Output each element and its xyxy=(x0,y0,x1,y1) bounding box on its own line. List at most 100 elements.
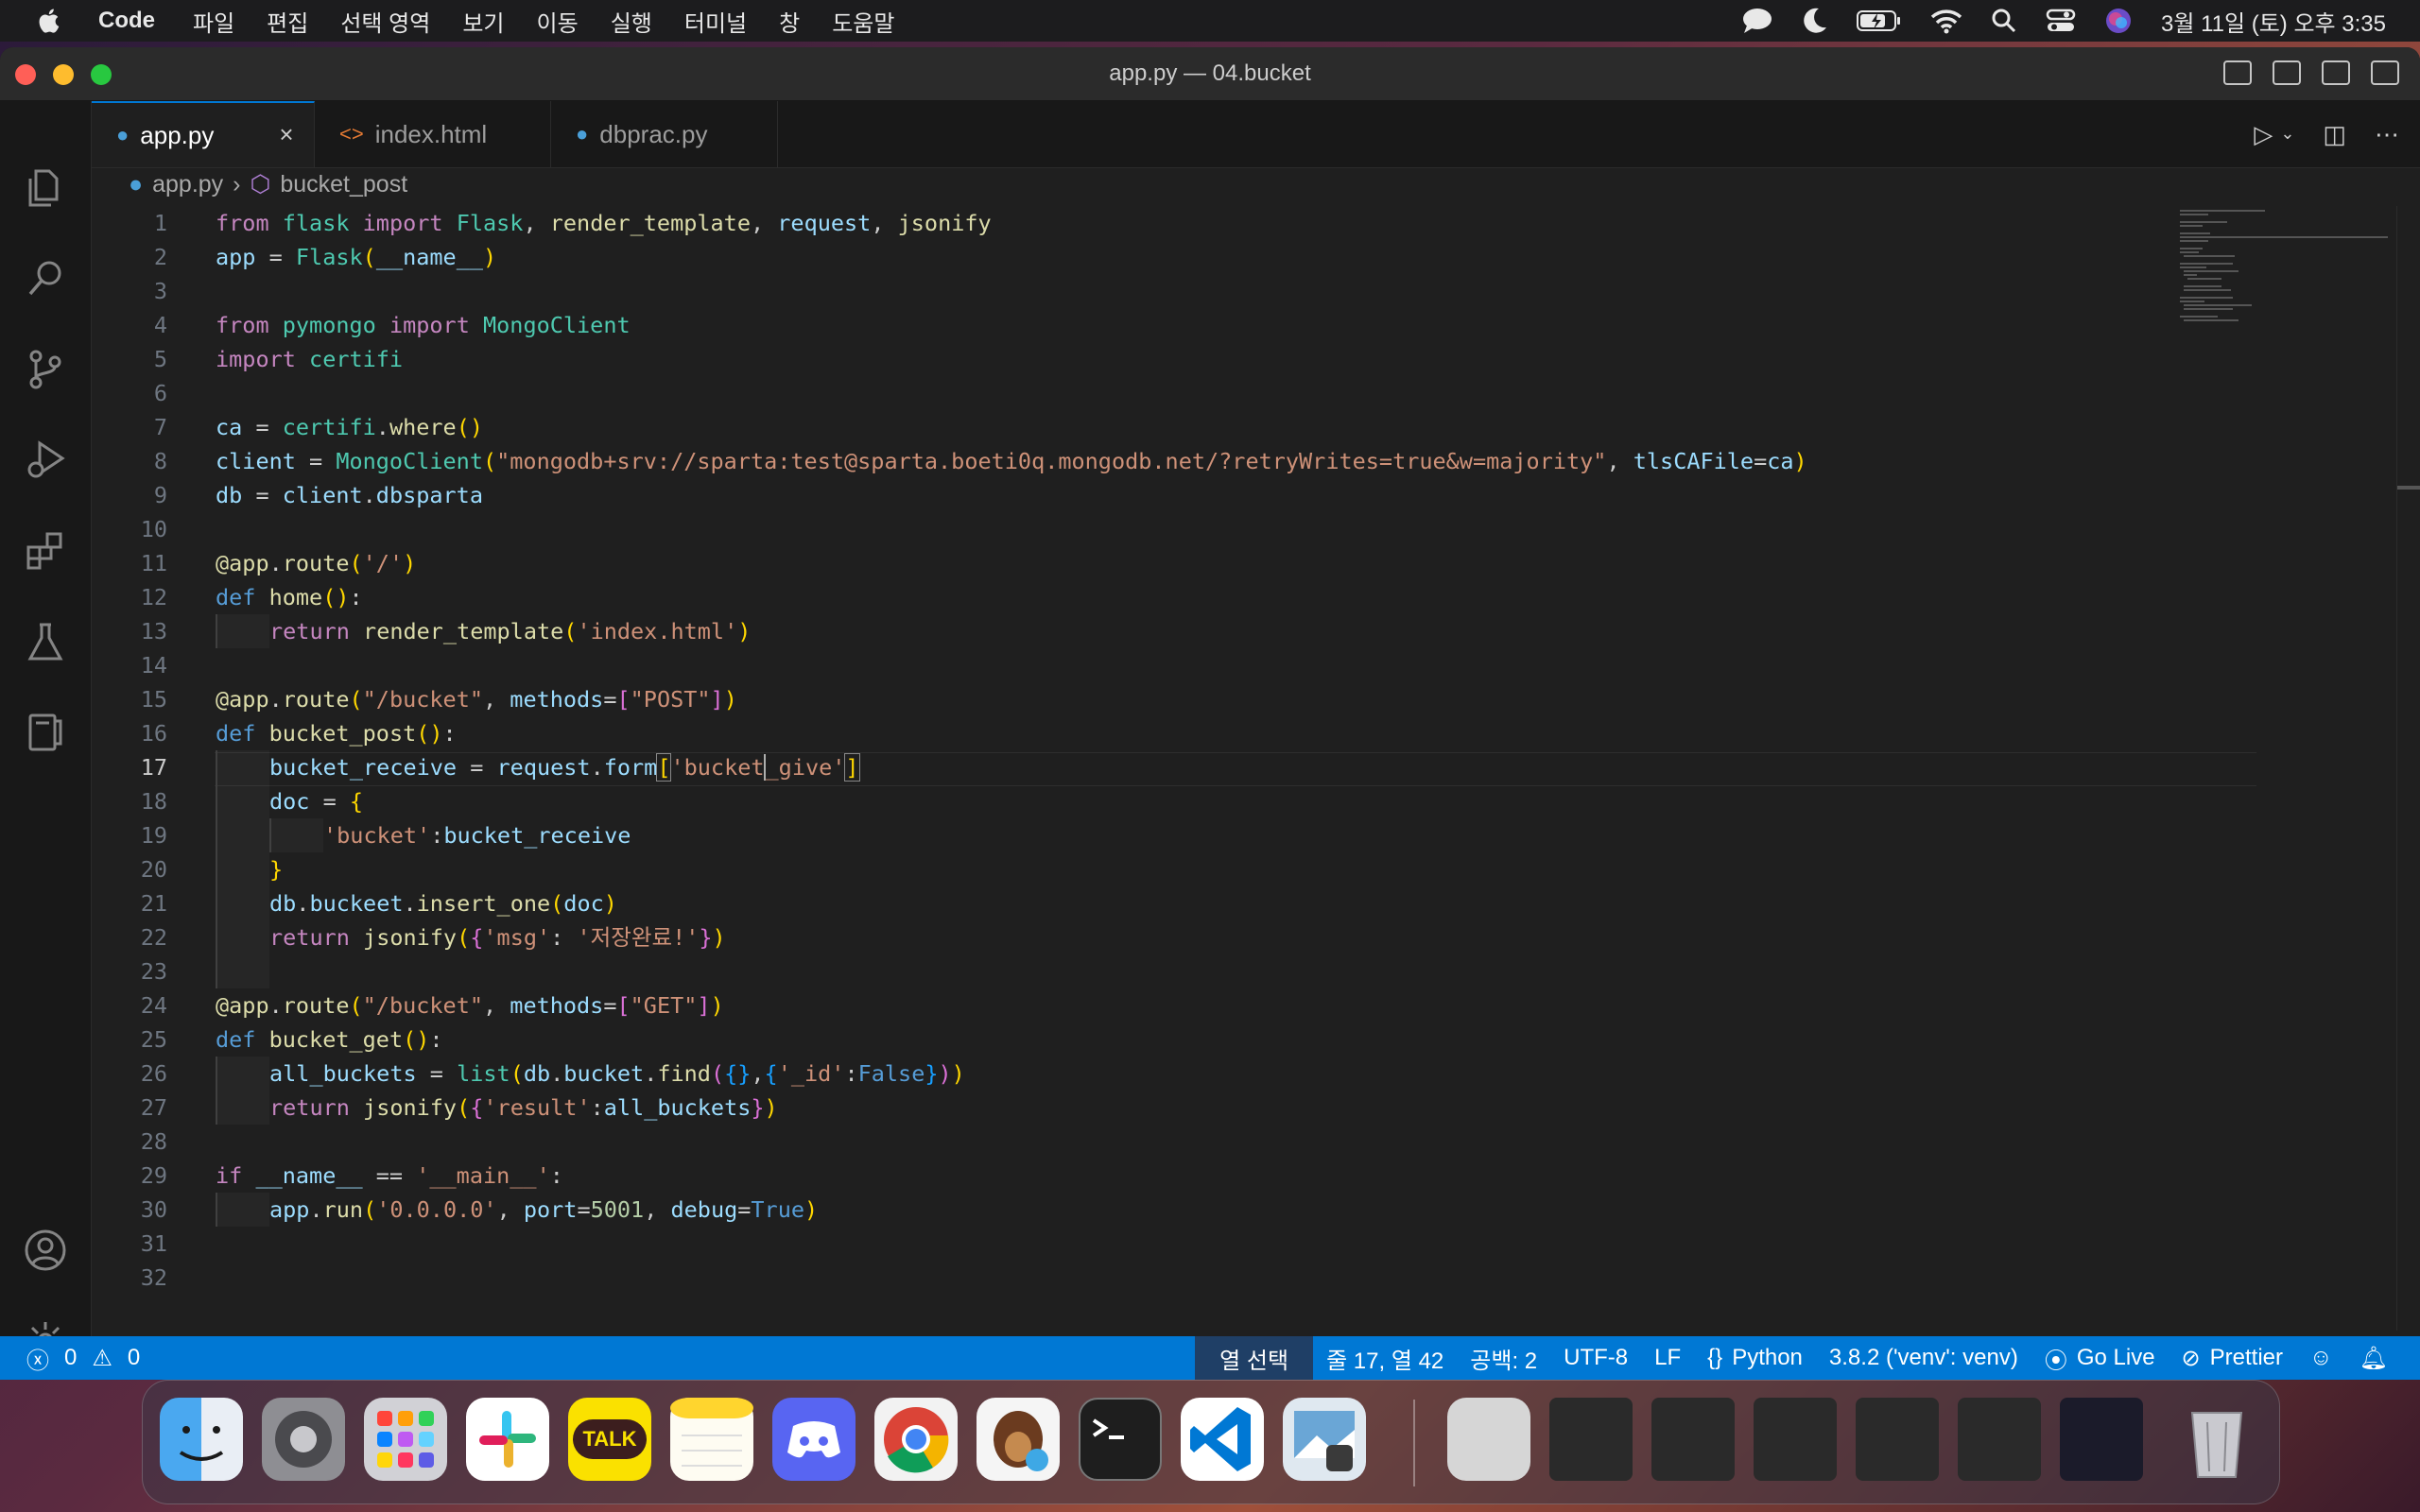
menu-help[interactable]: 도움말 xyxy=(832,5,894,38)
menu-run[interactable]: 실행 xyxy=(611,5,652,38)
source-control-icon[interactable] xyxy=(23,347,68,392)
line-number: 4 xyxy=(153,312,167,338)
testing-flask-icon[interactable] xyxy=(23,619,68,664)
minimap[interactable] xyxy=(2176,206,2394,338)
sequel-ace-icon[interactable] xyxy=(977,1398,1060,1481)
run-python-file-icon[interactable]: ▷ xyxy=(2254,120,2273,149)
apple-menu-icon[interactable] xyxy=(36,4,70,38)
code-line: @app.route("/bucket", methods=["GET"]) xyxy=(216,992,724,1019)
minimized-window-thumbnail[interactable] xyxy=(1856,1398,1939,1481)
code-line: from flask import Flask, render_template… xyxy=(216,210,992,236)
chevron-right-icon: › xyxy=(233,170,241,198)
explorer-icon[interactable] xyxy=(23,165,68,211)
error-icon: ⓧ xyxy=(26,1348,49,1374)
editor-tab-bar: ● app.py × <> index.html ● dbprac.py ▷ ⌄… xyxy=(92,101,2420,168)
slack-icon[interactable] xyxy=(466,1398,549,1481)
split-editor-icon[interactable]: ◫ xyxy=(2323,120,2346,149)
minimized-window-thumbnail[interactable] xyxy=(1549,1398,1633,1481)
breadcrumb-file[interactable]: app.py xyxy=(152,171,223,198)
run-and-debug-icon[interactable] xyxy=(23,438,68,483)
go-live-button[interactable]: ⦿ Go Live xyxy=(2031,1336,2169,1380)
breadcrumb-symbol[interactable]: bucket_post xyxy=(280,171,407,198)
code-line: if __name__ == '__main__': xyxy=(216,1162,563,1189)
menu-go[interactable]: 이동 xyxy=(537,5,579,38)
minimized-window-thumbnail[interactable] xyxy=(1651,1398,1735,1481)
launchpad-icon[interactable] xyxy=(364,1398,447,1481)
chat-bubble-icon[interactable] xyxy=(1741,7,1773,35)
activity-bar: 1 xyxy=(0,101,92,1378)
code-editor[interactable]: 1 from flask import Flask, render_templat… xyxy=(92,206,2398,1336)
minimized-window-thumbnail[interactable] xyxy=(1958,1398,2041,1481)
vscode-icon[interactable] xyxy=(1181,1398,1264,1481)
preview-icon[interactable] xyxy=(1283,1398,1366,1481)
title-bar: app.py — 04.bucket xyxy=(0,47,2420,101)
encoding[interactable]: UTF-8 xyxy=(1550,1336,1641,1380)
battery-icon[interactable] xyxy=(1856,9,1902,33)
downloads-stack-icon[interactable] xyxy=(1447,1398,1530,1481)
menu-bar: Code 파일 편집 선택 영역 보기 이동 실행 터미널 창 도움말 3월 1… xyxy=(0,0,2420,42)
customize-layout-icon[interactable] xyxy=(2371,60,2399,85)
siri-icon[interactable] xyxy=(2104,7,2133,35)
problems-indicator[interactable]: ⓧ 0 ⚠ 0 xyxy=(26,1342,140,1375)
terminal-icon[interactable] xyxy=(1079,1398,1162,1481)
control-center-icon[interactable] xyxy=(2046,8,2076,34)
menu-edit[interactable]: 편집 xyxy=(267,5,308,38)
editor-scrollbar[interactable] xyxy=(2396,206,2420,1331)
python-icon: ● xyxy=(129,170,144,198)
warning-count: 0 xyxy=(127,1345,141,1370)
line-number: 18 xyxy=(140,788,167,815)
close-tab-icon[interactable]: × xyxy=(274,122,299,146)
prettier-button[interactable]: ⊘ Prettier xyxy=(2169,1336,2296,1380)
toggle-primary-sidebar-icon[interactable] xyxy=(2223,60,2252,85)
code-line: @app.route('/') xyxy=(216,550,417,576)
toggle-panel-icon[interactable] xyxy=(2273,60,2301,85)
menu-file[interactable]: 파일 xyxy=(193,5,234,38)
menu-view[interactable]: 보기 xyxy=(462,5,504,38)
tab-app-py[interactable]: ● app.py × xyxy=(92,101,315,167)
cursor-position[interactable]: 줄 17, 열 42 xyxy=(1313,1336,1457,1380)
line-number: 29 xyxy=(140,1162,167,1189)
column-selection-mode[interactable]: 열 선택 xyxy=(1195,1336,1314,1380)
wifi-icon[interactable] xyxy=(1930,8,1962,34)
menu-terminal[interactable]: 터미널 xyxy=(684,5,747,38)
language-mode[interactable]: {} Python xyxy=(1694,1336,1816,1380)
minimized-window-thumbnail[interactable] xyxy=(1754,1398,1837,1481)
menu-selection[interactable]: 선택 영역 xyxy=(340,5,430,38)
menu-window[interactable]: 창 xyxy=(779,5,800,38)
moon-icon[interactable] xyxy=(1802,7,1828,35)
tab-label: app.py xyxy=(140,120,215,149)
code-line: from pymongo import MongoClient xyxy=(216,312,631,338)
line-number: 2 xyxy=(153,244,167,270)
minimized-window-thumbnail[interactable] xyxy=(2060,1398,2143,1481)
clock[interactable]: 3월 11일 (토) 오후 3:35 xyxy=(2161,5,2386,38)
toggle-secondary-sidebar-icon[interactable] xyxy=(2322,60,2350,85)
discord-icon[interactable] xyxy=(772,1398,856,1481)
feedback-icon[interactable]: ☺ xyxy=(2296,1336,2346,1380)
python-interpreter[interactable]: 3.8.2 ('venv': venv) xyxy=(1816,1336,2031,1380)
notifications-bell-icon[interactable]: 🔔︎ xyxy=(2346,1336,2401,1380)
scrollbar-thumb[interactable] xyxy=(2397,486,2420,490)
notes-icon[interactable] xyxy=(670,1398,753,1481)
html-icon: <> xyxy=(339,122,364,146)
indentation[interactable]: 공백: 2 xyxy=(1457,1336,1550,1380)
code-line: app.run('0.0.0.0', port=5001, debug=True… xyxy=(216,1193,818,1227)
kakaotalk-icon[interactable]: TALK xyxy=(568,1398,651,1481)
spotlight-search-icon[interactable] xyxy=(1991,8,2017,34)
remote-explorer-icon[interactable] xyxy=(23,710,68,755)
more-actions-icon[interactable]: ⋯ xyxy=(2375,120,2399,149)
tab-dbprac-py[interactable]: ● dbprac.py xyxy=(551,101,778,167)
accounts-icon[interactable] xyxy=(23,1228,68,1273)
line-number: 15 xyxy=(140,686,167,713)
end-of-line[interactable]: LF xyxy=(1641,1336,1694,1380)
finder-icon[interactable] xyxy=(160,1398,243,1481)
extensions-icon[interactable] xyxy=(23,528,68,574)
app-menu-code[interactable]: Code xyxy=(98,8,155,34)
code-line: return jsonify({'result':all_buckets}) xyxy=(216,1091,778,1125)
search-icon[interactable] xyxy=(23,256,68,301)
system-settings-icon[interactable] xyxy=(262,1398,345,1481)
code-line: db = client.dbsparta xyxy=(216,482,483,508)
trash-icon[interactable] xyxy=(2175,1398,2258,1481)
tab-index-html[interactable]: <> index.html xyxy=(315,101,551,167)
run-dropdown-chevron-icon[interactable]: ⌄ xyxy=(2280,124,2294,149)
chrome-icon[interactable] xyxy=(874,1398,958,1481)
